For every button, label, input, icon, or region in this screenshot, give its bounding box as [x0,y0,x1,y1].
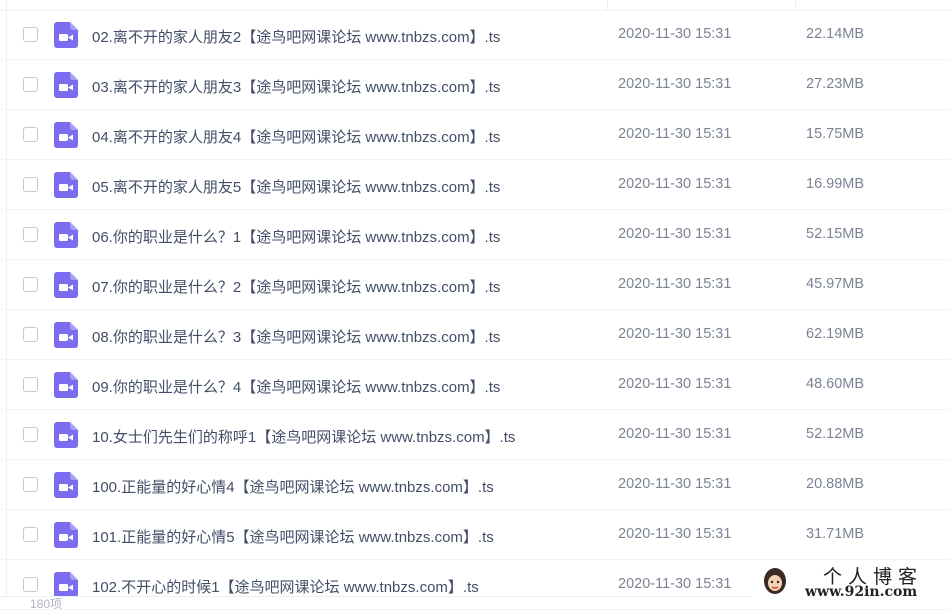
file-name[interactable]: 09.你的职业是什么？4【途鸟吧网课论坛 www.tnbzs.com】.ts [92,376,500,397]
checkbox-icon[interactable] [23,477,38,492]
file-date: 2020-11-30 15:31 [618,176,732,192]
video-file-icon [54,72,78,98]
file-row[interactable]: 09.你的职业是什么？4【途鸟吧网课论坛 www.tnbzs.com】.ts 20… [0,360,951,410]
file-row[interactable]: 04.离不开的家人朋友4【途鸟吧网课论坛 www.tnbzs.com】.ts 20… [0,110,951,160]
watermark: 个人博客 www.92in.com [751,560,951,604]
file-date: 2020-11-30 15:31 [618,426,732,442]
file-name[interactable]: 10.女士们先生们的称呼1【途鸟吧网课论坛 www.tnbzs.com】.ts [92,426,515,447]
file-date: 2020-11-30 15:31 [618,126,732,142]
file-date: 2020-11-30 15:31 [618,76,732,92]
file-size: 22.14MB [806,26,865,42]
file-size: 52.15MB [806,226,865,242]
file-name[interactable]: 100.正能量的好心情4【途鸟吧网课论坛 www.tnbzs.com】.ts [92,476,494,497]
avatar-icon [764,568,786,594]
watermark-url: www.92in.com [805,584,918,600]
checkbox-icon[interactable] [23,127,38,142]
checkbox-icon[interactable] [23,277,38,292]
checkbox-icon[interactable] [23,77,38,92]
file-size: 15.75MB [806,126,865,142]
video-file-icon [54,522,78,548]
file-date: 2020-11-30 15:31 [618,326,732,342]
checkbox-icon[interactable] [23,427,38,442]
file-size: 20.88MB [806,476,865,492]
file-name[interactable]: 07.你的职业是什么？2【途鸟吧网课论坛 www.tnbzs.com】.ts [92,276,500,297]
file-date: 2020-11-30 15:31 [618,576,732,592]
file-name[interactable]: 02.离不开的家人朋友2【途鸟吧网课论坛 www.tnbzs.com】.ts [92,26,500,47]
video-file-icon [54,272,78,298]
video-file-icon [54,372,78,398]
checkbox-icon[interactable] [23,227,38,242]
file-name[interactable]: 05.离不开的家人朋友5【途鸟吧网课论坛 www.tnbzs.com】.ts [92,176,500,197]
file-size: 45.97MB [806,276,865,292]
video-file-icon [54,322,78,348]
file-size: 31.71MB [806,526,865,542]
checkbox-icon[interactable] [23,377,38,392]
file-size: 62.19MB [806,326,865,342]
column-divider [795,0,796,10]
file-size: 16.99MB [806,176,865,192]
file-list: 02.离不开的家人朋友2【途鸟吧网课论坛 www.tnbzs.com】.ts 20… [0,10,951,610]
file-row[interactable]: 03.离不开的家人朋友3【途鸟吧网课论坛 www.tnbzs.com】.ts 20… [0,60,951,110]
video-file-icon [54,172,78,198]
file-date: 2020-11-30 15:31 [618,276,732,292]
file-name[interactable]: 06.你的职业是什么？1【途鸟吧网课论坛 www.tnbzs.com】.ts [92,226,500,247]
file-row[interactable]: 10.女士们先生们的称呼1【途鸟吧网课论坛 www.tnbzs.com】.ts 2… [0,410,951,460]
checkbox-icon[interactable] [23,577,38,592]
checkbox-icon[interactable] [23,327,38,342]
file-name[interactable]: 03.离不开的家人朋友3【途鸟吧网课论坛 www.tnbzs.com】.ts [92,76,500,97]
file-row[interactable]: 101.正能量的好心情5【途鸟吧网课论坛 www.tnbzs.com】.ts 20… [0,510,951,560]
file-name[interactable]: 04.离不开的家人朋友4【途鸟吧网课论坛 www.tnbzs.com】.ts [92,126,500,147]
file-row[interactable]: 06.你的职业是什么？1【途鸟吧网课论坛 www.tnbzs.com】.ts 20… [0,210,951,260]
file-name[interactable]: 101.正能量的好心情5【途鸟吧网课论坛 www.tnbzs.com】.ts [92,526,494,547]
file-row[interactable]: 100.正能量的好心情4【途鸟吧网课论坛 www.tnbzs.com】.ts 20… [0,460,951,510]
checkbox-icon[interactable] [23,27,38,42]
file-row[interactable]: 08.你的职业是什么？3【途鸟吧网课论坛 www.tnbzs.com】.ts 20… [0,310,951,360]
video-file-icon [54,22,78,48]
file-name[interactable]: 08.你的职业是什么？3【途鸟吧网课论坛 www.tnbzs.com】.ts [92,326,500,347]
checkbox-icon[interactable] [23,527,38,542]
file-date: 2020-11-30 15:31 [618,376,732,392]
video-file-icon [54,422,78,448]
file-date: 2020-11-30 15:31 [618,476,732,492]
file-row[interactable]: 07.你的职业是什么？2【途鸟吧网课论坛 www.tnbzs.com】.ts 20… [0,260,951,310]
file-row[interactable]: 02.离不开的家人朋友2【途鸟吧网课论坛 www.tnbzs.com】.ts 20… [0,10,951,60]
video-file-icon [54,122,78,148]
file-date: 2020-11-30 15:31 [618,26,732,42]
file-date: 2020-11-30 15:31 [618,226,732,242]
column-divider [607,0,608,10]
file-size: 48.60MB [806,376,865,392]
video-file-icon [54,222,78,248]
checkbox-icon[interactable] [23,177,38,192]
video-file-icon [54,472,78,498]
file-row[interactable]: 05.离不开的家人朋友5【途鸟吧网课论坛 www.tnbzs.com】.ts 20… [0,160,951,210]
file-size: 27.23MB [806,76,865,92]
file-name[interactable]: 102.不开心的时候1【途鸟吧网课论坛 www.tnbzs.com】.ts [92,576,479,597]
file-date: 2020-11-30 15:31 [618,526,732,542]
file-size: 52.12MB [806,426,865,442]
